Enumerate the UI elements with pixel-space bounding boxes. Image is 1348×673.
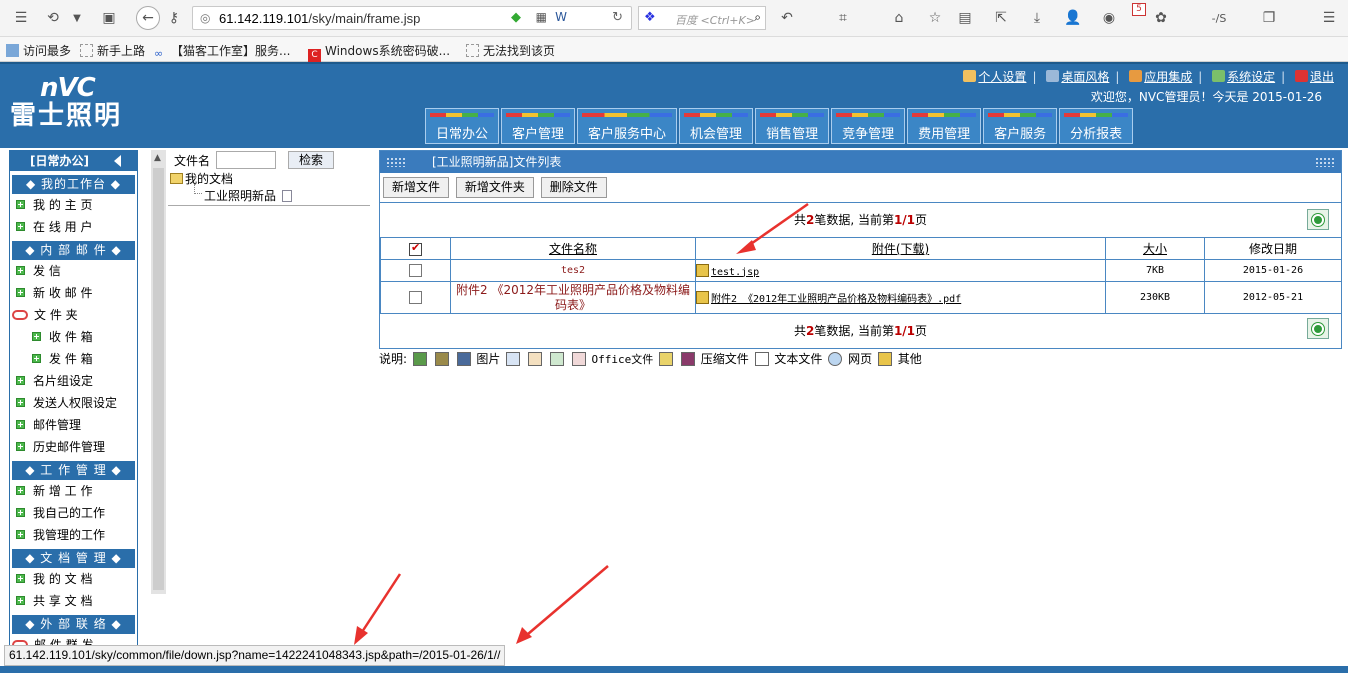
annotation-arrows bbox=[354, 202, 809, 645]
arrow-to-attachment bbox=[736, 202, 809, 254]
arrow-to-status-name bbox=[354, 573, 402, 645]
arrow-to-status-path bbox=[516, 565, 609, 644]
